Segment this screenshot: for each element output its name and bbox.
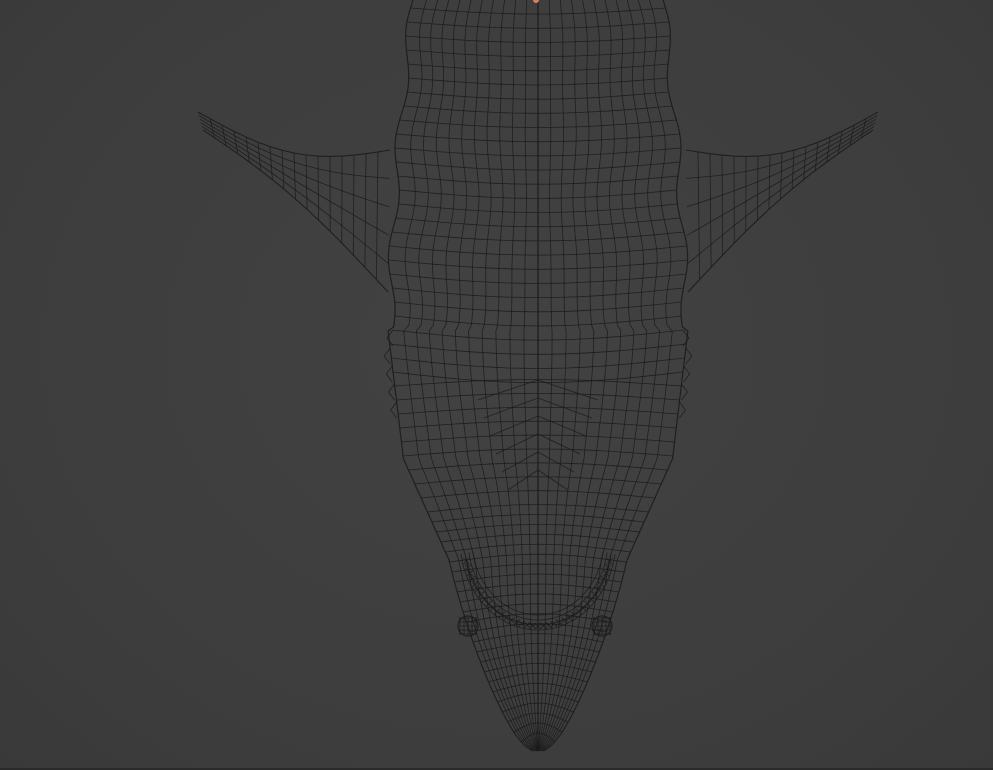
3d-viewport[interactable]: [0, 0, 993, 770]
wire-group: [197, 0, 879, 752]
right-fin-rib: [826, 137, 831, 163]
shark-wireframe-mesh: [197, 0, 879, 752]
right-fin-rib: [757, 156, 759, 221]
right-fin-rib: [791, 150, 795, 190]
left-fin-rib: [352, 155, 355, 256]
left-fin-rib: [269, 146, 273, 180]
right-fin-rib: [768, 154, 771, 210]
right-fin-rib: [803, 146, 807, 180]
gill-bump-left: [388, 383, 395, 401]
left-fin-rib: [293, 152, 296, 200]
right-fin-rib: [709, 153, 712, 268]
left-fin-rib: [221, 125, 227, 146]
left-fin-rib: [257, 142, 262, 171]
gill-bump-left: [390, 401, 397, 419]
longitudinal-edge: [537, 0, 553, 752]
gill-bump-right: [681, 383, 688, 401]
left-fin-rib: [376, 151, 379, 280]
left-fin-rib: [305, 154, 308, 210]
gill-bump-left: [385, 365, 393, 383]
right-fin-rib: [697, 151, 700, 280]
left-fin-rib: [281, 150, 285, 190]
gill-bump-right: [683, 365, 691, 383]
left-fin-rib: [245, 137, 250, 163]
left-fin-rib: [317, 156, 319, 221]
gill-bump-right: [685, 347, 693, 365]
right-fin-rib: [814, 142, 819, 171]
right-fin-leading-edge: [685, 111, 879, 157]
right-fin-rib: [721, 155, 724, 256]
right-fin-rib: [837, 131, 843, 154]
left-fin-leading-edge: [197, 111, 391, 157]
left-fin-rib: [364, 153, 367, 268]
right-fin-rib: [780, 152, 783, 200]
left-fin-rib: [233, 131, 239, 154]
gill-bump-left: [383, 347, 391, 365]
right-fin-rib: [849, 125, 855, 146]
longitudinal-edge: [523, 0, 539, 752]
gill-bump-right: [679, 401, 686, 419]
